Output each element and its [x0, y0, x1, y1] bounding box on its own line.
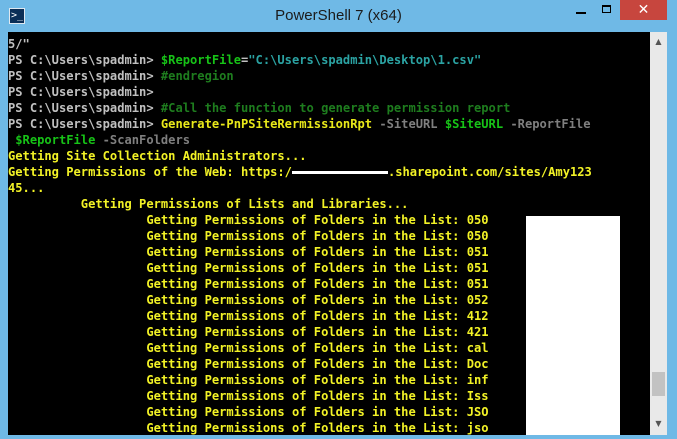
- scrollbar-thumb[interactable]: [652, 372, 665, 396]
- console-line: Getting Permissions of Lists and Librari…: [8, 197, 409, 211]
- minimize-icon: [576, 12, 586, 14]
- vertical-scrollbar[interactable]: ▲ ▼: [650, 32, 667, 435]
- list-name: 052: [466, 293, 489, 307]
- folder-permission-line: Getting Permissions of Folders in the Li…: [8, 341, 489, 355]
- close-icon: ✕: [637, 2, 650, 18]
- list-name: 050: [466, 229, 489, 243]
- list-name: Iss: [466, 389, 489, 403]
- maximize-icon: [602, 5, 611, 13]
- list-name: 051: [466, 277, 489, 291]
- folder-permission-line: Getting Permissions of Folders in the Li…: [8, 261, 489, 275]
- redacted-list-names: [526, 216, 620, 435]
- scroll-down-icon[interactable]: ▼: [650, 418, 667, 430]
- window-frame-right: [667, 32, 677, 439]
- folder-permission-line: Getting Permissions of Folders in the Li…: [8, 325, 489, 339]
- folder-permission-line: Getting Permissions of Folders in the Li…: [8, 213, 489, 227]
- console-output[interactable]: 5/" PS C:\Users\spadmin> $ReportFile="C:…: [8, 32, 650, 435]
- list-name: 050: [466, 213, 489, 227]
- folder-permission-line: Getting Permissions of Folders in the Li…: [8, 357, 489, 371]
- console-line: $ReportFile -ScanFolders: [15, 133, 191, 147]
- folder-permission-line: Getting Permissions of Folders in the Li…: [8, 389, 489, 403]
- list-name: cal: [466, 341, 489, 355]
- console-line: Getting Permissions of the Web: https:/.…: [8, 165, 592, 179]
- powershell-window: >_ PowerShell 7 (x64) ✕ 5/" PS C:\Users\…: [0, 0, 677, 439]
- minimize-button[interactable]: [568, 0, 594, 20]
- console-line: PS C:\Users\spadmin> #Call the function …: [8, 101, 511, 115]
- folder-permission-line: Getting Permissions of Folders in the Li…: [8, 373, 489, 387]
- maximize-button[interactable]: [594, 0, 620, 20]
- list-name: inf: [466, 373, 489, 387]
- folder-permission-line: Getting Permissions of Folders in the Li…: [8, 405, 489, 419]
- list-name: jso: [466, 421, 489, 435]
- console-line: PS C:\Users\spadmin> #endregion: [8, 69, 234, 83]
- console-line: 5/": [8, 37, 30, 51]
- title-bar[interactable]: >_ PowerShell 7 (x64) ✕: [0, 0, 677, 32]
- list-name: Doc: [466, 357, 489, 371]
- folder-permission-line: Getting Permissions of Folders in the Li…: [8, 421, 489, 435]
- folder-permission-line: Getting Permissions of Folders in the Li…: [8, 277, 489, 291]
- console-line: PS C:\Users\spadmin> Generate-PnPSiteRer…: [8, 117, 591, 131]
- folder-permission-line: Getting Permissions of Folders in the Li…: [8, 309, 489, 323]
- console-line: PS C:\Users\spadmin> $ReportFile="C:\Use…: [8, 53, 482, 67]
- close-button[interactable]: ✕: [620, 0, 667, 20]
- console-line: PS C:\Users\spadmin>: [8, 85, 154, 99]
- scroll-up-icon[interactable]: ▲: [650, 36, 667, 48]
- console-line: 45...: [8, 181, 45, 195]
- folder-permission-line: Getting Permissions of Folders in the Li…: [8, 245, 489, 259]
- list-name: 051: [466, 261, 489, 275]
- folder-permission-line: Getting Permissions of Folders in the Li…: [8, 229, 489, 243]
- list-name: 421: [466, 325, 489, 339]
- list-name: 412: [466, 309, 489, 323]
- console-line: Getting Site Collection Administrators..…: [8, 149, 307, 163]
- window-frame-bottom: [0, 435, 677, 439]
- folder-permission-line: Getting Permissions of Folders in the Li…: [8, 293, 489, 307]
- list-name: 051: [466, 245, 489, 259]
- redacted-tenant: [291, 171, 388, 174]
- list-name: JSO: [466, 405, 489, 419]
